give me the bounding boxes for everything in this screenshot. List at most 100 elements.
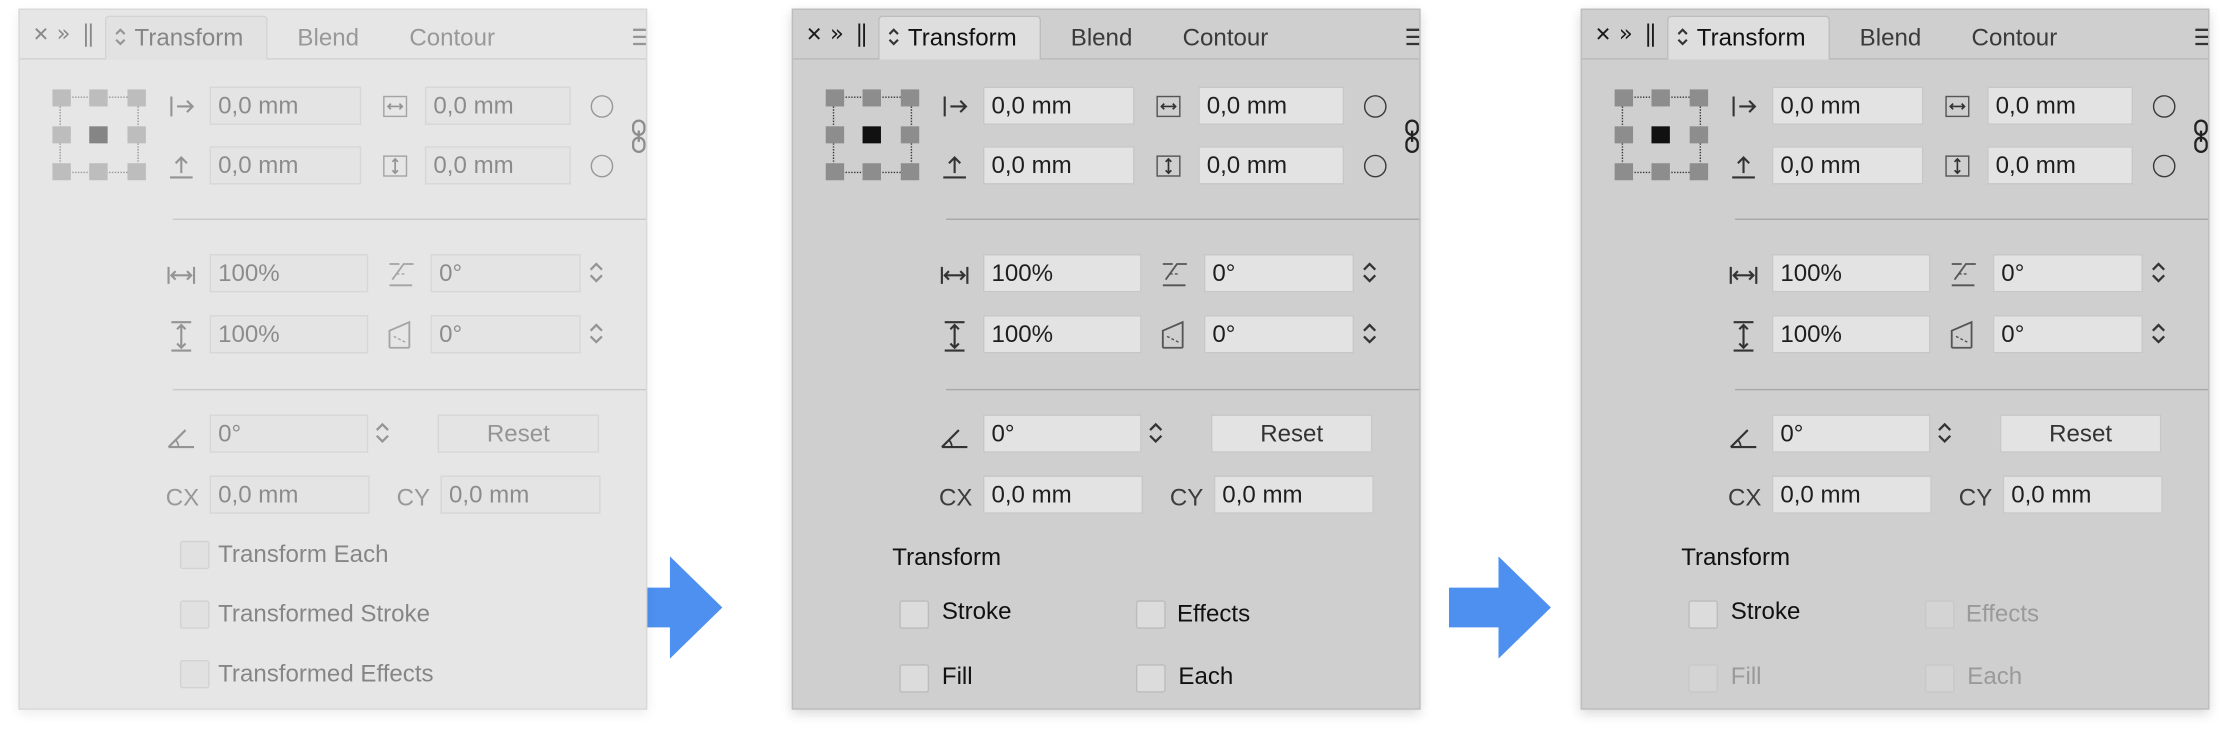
reference-point-middle-right[interactable]: [900, 126, 920, 144]
width-field[interactable]: 0,0 mm: [424, 86, 571, 125]
cy-field[interactable]: 0,0 mm: [1213, 475, 1374, 514]
link-icon[interactable]: [629, 118, 647, 155]
checkbox-fill[interactable]: [899, 664, 930, 693]
reference-point-center[interactable]: [862, 126, 881, 144]
width-field[interactable]: 0,0 mm: [1198, 86, 1345, 125]
checkbox-fill[interactable]: [1688, 664, 1719, 693]
reference-point-selector[interactable]: [52, 89, 146, 181]
checkbox-each[interactable]: [1135, 664, 1166, 693]
width-field[interactable]: 0,0 mm: [1987, 86, 2134, 125]
tab-contour[interactable]: Contour: [1183, 24, 1269, 52]
shear-x-stepper[interactable]: [1361, 260, 1378, 286]
y-position-field[interactable]: 0,0 mm: [209, 146, 362, 185]
shear-y-stepper[interactable]: [2150, 321, 2167, 347]
close-icon[interactable]: ✕: [806, 26, 823, 46]
reference-point-middle-left[interactable]: [1614, 126, 1634, 144]
reference-point-center[interactable]: [89, 126, 108, 144]
checkbox-stroke[interactable]: [899, 600, 930, 629]
cy-field[interactable]: 0,0 mm: [440, 475, 601, 514]
reset-button[interactable]: Reset: [437, 414, 600, 453]
height-field[interactable]: 0,0 mm: [424, 146, 571, 185]
x-position-field[interactable]: 0,0 mm: [982, 86, 1135, 125]
up-down-chevron-icon[interactable]: [887, 27, 901, 47]
y-position-field[interactable]: 0,0 mm: [982, 146, 1135, 185]
grip-icon[interactable]: ||: [82, 22, 94, 46]
cx-field[interactable]: 0,0 mm: [1771, 475, 1932, 514]
x-position-field[interactable]: 0,0 mm: [1771, 86, 1924, 125]
scale-x-field[interactable]: 100%: [209, 254, 369, 293]
reference-point-center[interactable]: [1651, 126, 1670, 144]
reference-point-middle-left[interactable]: [52, 126, 71, 144]
reference-point-middle-left[interactable]: [825, 126, 845, 144]
reference-point-bottom-center[interactable]: [862, 163, 881, 181]
shear-x-stepper[interactable]: [2150, 260, 2167, 286]
shear-x-field[interactable]: 0°: [1992, 254, 2143, 293]
rotation-stepper[interactable]: [374, 420, 391, 446]
reference-point-top-right[interactable]: [127, 89, 146, 107]
reference-point-top-left[interactable]: [1614, 89, 1634, 107]
height-radio[interactable]: [2152, 154, 2176, 178]
reset-button[interactable]: Reset: [1999, 414, 2162, 453]
reference-point-bottom-right[interactable]: [900, 163, 920, 181]
reference-point-top-center[interactable]: [1651, 89, 1670, 107]
height-field[interactable]: 0,0 mm: [1987, 146, 2134, 185]
scale-x-field[interactable]: 100%: [982, 254, 1142, 293]
grip-icon[interactable]: ||: [1644, 22, 1656, 46]
checkbox[interactable]: [179, 659, 210, 689]
reference-point-bottom-left[interactable]: [1614, 163, 1634, 181]
shear-y-stepper[interactable]: [1361, 321, 1378, 347]
rotation-field[interactable]: 0°: [1771, 414, 1931, 453]
reference-point-middle-right[interactable]: [1689, 126, 1709, 144]
reference-point-bottom-center[interactable]: [1651, 163, 1670, 181]
link-icon[interactable]: [2191, 118, 2209, 155]
close-icon[interactable]: ✕: [1595, 26, 1612, 46]
y-position-field[interactable]: 0,0 mm: [1771, 146, 1924, 185]
up-down-chevron-icon[interactable]: [113, 27, 127, 47]
cy-field[interactable]: 0,0 mm: [2002, 475, 2163, 514]
rotation-field[interactable]: 0°: [982, 414, 1142, 453]
height-field[interactable]: 0,0 mm: [1198, 146, 1345, 185]
shear-x-stepper[interactable]: [588, 260, 605, 286]
shear-x-field[interactable]: 0°: [1203, 254, 1355, 293]
checkbox-each[interactable]: [1924, 664, 1955, 693]
tab-transform[interactable]: Transform: [1697, 24, 1806, 52]
reference-point-top-center[interactable]: [89, 89, 108, 107]
rotation-field[interactable]: 0°: [209, 414, 369, 453]
tab-blend[interactable]: Blend: [1071, 24, 1133, 52]
checkbox[interactable]: [179, 600, 210, 629]
tab-blend[interactable]: Blend: [297, 24, 359, 52]
height-radio[interactable]: [590, 154, 614, 178]
shear-y-stepper[interactable]: [588, 321, 605, 347]
shear-x-field[interactable]: 0°: [430, 254, 581, 293]
double-chevron-right-icon[interactable]: »: [57, 22, 71, 46]
rotation-stepper[interactable]: [1147, 420, 1164, 446]
reference-point-top-right[interactable]: [900, 89, 920, 107]
reference-point-top-left[interactable]: [52, 89, 71, 107]
tab-contour[interactable]: Contour: [1972, 24, 2058, 52]
checkbox[interactable]: [179, 540, 210, 570]
tab-transform[interactable]: Transform: [908, 24, 1017, 52]
close-icon[interactable]: ✕: [33, 26, 50, 46]
link-icon[interactable]: [1402, 118, 1420, 155]
reference-point-bottom-center[interactable]: [89, 163, 108, 181]
shear-y-field[interactable]: 0°: [1992, 315, 2143, 354]
scale-y-field[interactable]: 100%: [1771, 315, 1931, 354]
reference-point-bottom-left[interactable]: [52, 163, 71, 181]
double-chevron-right-icon[interactable]: »: [1619, 22, 1633, 46]
tab-blend[interactable]: Blend: [1860, 24, 1922, 52]
reference-point-bottom-right[interactable]: [127, 163, 146, 181]
tab-transform[interactable]: Transform: [135, 24, 244, 52]
reference-point-top-right[interactable]: [1689, 89, 1709, 107]
scale-y-field[interactable]: 100%: [982, 315, 1142, 354]
height-radio[interactable]: [1363, 154, 1387, 178]
shear-y-field[interactable]: 0°: [1203, 315, 1355, 354]
up-down-chevron-icon[interactable]: [1676, 27, 1690, 47]
reset-button[interactable]: Reset: [1210, 414, 1373, 453]
rotation-stepper[interactable]: [1936, 420, 1953, 446]
checkbox-effects[interactable]: [1135, 600, 1166, 629]
reference-point-top-left[interactable]: [825, 89, 845, 107]
width-radio[interactable]: [590, 95, 614, 118]
reference-point-selector[interactable]: [1614, 89, 1709, 181]
reference-point-bottom-left[interactable]: [825, 163, 845, 181]
checkbox-stroke[interactable]: [1688, 600, 1719, 629]
